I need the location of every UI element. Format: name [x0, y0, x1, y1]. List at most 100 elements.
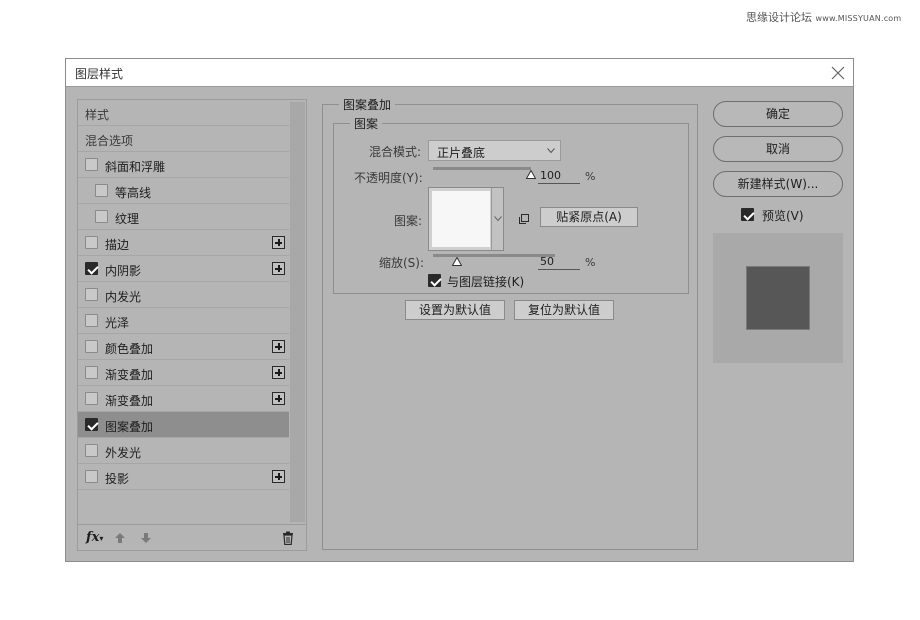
- preview-label: 预览(V): [762, 209, 804, 223]
- style-checkbox-gradient-overlay-11[interactable]: [85, 392, 98, 405]
- style-label-drop-shadow: 投影: [105, 472, 130, 486]
- move-up-icon[interactable]: [114, 532, 126, 544]
- style-item-contour[interactable]: 等高线: [78, 178, 289, 204]
- scale-slider[interactable]: [433, 254, 555, 257]
- trash-icon[interactable]: [282, 531, 294, 545]
- style-item-stroke[interactable]: 描边: [78, 230, 289, 256]
- snap-to-origin-button[interactable]: 贴紧原点(A): [540, 207, 638, 227]
- style-label-contour: 等高线: [115, 186, 152, 200]
- style-item-outer-glow[interactable]: 外发光: [78, 438, 289, 464]
- blend-mode-select[interactable]: 正片叠底: [428, 140, 561, 161]
- style-checkbox-inner-shadow[interactable]: [85, 262, 98, 275]
- set-default-button[interactable]: 设置为默认值: [405, 300, 505, 320]
- opacity-slider[interactable]: [433, 167, 531, 170]
- ok-button[interactable]: 确定: [713, 101, 843, 127]
- style-label-inner-shadow: 内阴影: [105, 264, 142, 278]
- move-down-icon[interactable]: [140, 532, 152, 544]
- chevron-down-icon: [494, 216, 502, 222]
- style-item-texture[interactable]: 纹理: [78, 204, 289, 230]
- pattern-subgroup-title: 图案: [350, 115, 383, 132]
- style-label-pattern-overlay: 图案叠加: [105, 420, 154, 434]
- style-checkbox-bevel-emboss[interactable]: [85, 158, 98, 171]
- style-item-gradient-overlay-11[interactable]: 渐变叠加: [78, 386, 289, 412]
- pattern-overlay-group: 图案叠加 图案 混合模式: 正片叠底 不透明度(Y): 100 % 图案: 贴紧…: [322, 96, 698, 550]
- opacity-percent: %: [585, 170, 596, 183]
- style-checkbox-stroke[interactable]: [85, 236, 98, 249]
- style-item-gradient-overlay-10[interactable]: 渐变叠加: [78, 360, 289, 386]
- add-instance-icon[interactable]: [272, 366, 285, 379]
- style-item-drop-shadow[interactable]: 投影: [78, 464, 289, 490]
- watermark-url: www.MISSYUAN.com: [815, 14, 902, 23]
- add-instance-icon[interactable]: [272, 236, 285, 249]
- styles-footer: fx▾: [78, 524, 306, 551]
- style-item-color-overlay[interactable]: 颜色叠加: [78, 334, 289, 360]
- style-label-texture: 纹理: [115, 212, 140, 226]
- style-label-bevel-emboss: 斜面和浮雕: [105, 160, 166, 174]
- add-instance-icon[interactable]: [272, 470, 285, 483]
- style-label-blending-options: 混合选项: [85, 134, 134, 148]
- style-item-blending-options[interactable]: 混合选项: [78, 126, 289, 152]
- pattern-dropdown[interactable]: [491, 188, 503, 250]
- pattern-subgroup: 图案 混合模式: 正片叠底 不透明度(Y): 100 % 图案: 贴紧原点(A)…: [333, 115, 689, 294]
- pattern-preview: [432, 191, 490, 247]
- style-label-gradient-overlay-10: 渐变叠加: [105, 368, 154, 382]
- scale-label: 缩放(S):: [379, 256, 425, 270]
- style-label-gradient-overlay-11: 渐变叠加: [105, 394, 154, 408]
- pattern-overlay-title: 图案叠加: [339, 96, 396, 113]
- add-instance-icon[interactable]: [272, 392, 285, 405]
- new-preset-icon[interactable]: [519, 214, 529, 224]
- fx-menu-button[interactable]: fx▾: [86, 530, 103, 545]
- blend-mode-value: 正片叠底: [437, 146, 486, 160]
- cancel-button[interactable]: 取消: [713, 136, 843, 162]
- dialog-title: 图层样式: [75, 67, 124, 81]
- style-checkbox-drop-shadow[interactable]: [85, 470, 98, 483]
- style-item-satin[interactable]: 光泽: [78, 308, 289, 334]
- style-item-styles[interactable]: 样式: [78, 100, 289, 126]
- pattern-picker[interactable]: [428, 187, 504, 251]
- close-button[interactable]: [829, 64, 847, 82]
- fx-label: fx: [86, 530, 100, 545]
- style-preview-swatch: [746, 266, 810, 330]
- scale-percent: %: [585, 256, 596, 269]
- style-label-color-overlay: 颜色叠加: [105, 342, 154, 356]
- style-checkbox-satin[interactable]: [85, 314, 98, 327]
- style-preview: [713, 233, 843, 363]
- style-checkbox-pattern-overlay[interactable]: [85, 418, 98, 431]
- watermark-text: 思缘设计论坛: [746, 11, 812, 24]
- style-checkbox-color-overlay[interactable]: [85, 340, 98, 353]
- styles-list: 样式 混合选项 斜面和浮雕 等高线 纹理 描边 内阴影 内发光 光泽 颜色叠加 渐变叠加 渐变叠加 图案…: [78, 100, 289, 524]
- scale-slider-thumb[interactable]: [452, 257, 463, 266]
- style-label-stroke: 描边: [105, 238, 130, 252]
- style-label-styles: 样式: [85, 108, 110, 122]
- chevron-down-icon: [547, 148, 555, 154]
- style-checkbox-outer-glow[interactable]: [85, 444, 98, 457]
- link-with-layer-checkbox[interactable]: [428, 274, 441, 287]
- style-checkbox-gradient-overlay-10[interactable]: [85, 366, 98, 379]
- layer-style-dialog: 图层样式 样式 混合选项 斜面和浮雕 等高线 纹理 描边 内阴影 内发光 光泽 颜色叠加 渐变叠加渐…: [65, 58, 854, 562]
- scale-input[interactable]: 50: [538, 255, 580, 270]
- style-checkbox-inner-glow[interactable]: [85, 288, 98, 301]
- styles-panel: 样式 混合选项 斜面和浮雕 等高线 纹理 描边 内阴影 内发光 光泽 颜色叠加 渐变叠加 渐变叠加 图案…: [77, 99, 307, 551]
- style-item-inner-glow[interactable]: 内发光: [78, 282, 289, 308]
- add-instance-icon[interactable]: [272, 262, 285, 275]
- preview-checkbox[interactable]: [741, 208, 754, 221]
- opacity-slider-thumb[interactable]: [526, 170, 536, 179]
- add-instance-icon[interactable]: [272, 340, 285, 353]
- opacity-input[interactable]: 100: [538, 169, 580, 184]
- close-icon[interactable]: [829, 64, 847, 82]
- reset-default-button[interactable]: 复位为默认值: [514, 300, 614, 320]
- style-item-inner-shadow[interactable]: 内阴影: [78, 256, 289, 282]
- style-label-satin: 光泽: [105, 316, 130, 330]
- style-item-bevel-emboss[interactable]: 斜面和浮雕: [78, 152, 289, 178]
- style-item-pattern-overlay[interactable]: 图案叠加: [78, 412, 289, 438]
- new-style-button[interactable]: 新建样式(W)...: [713, 171, 843, 197]
- style-checkbox-contour[interactable]: [95, 184, 108, 197]
- style-checkbox-texture[interactable]: [95, 210, 108, 223]
- fx-caret: ▾: [99, 533, 104, 543]
- dialog-titlebar: 图层样式: [66, 59, 853, 87]
- opacity-label: 不透明度(Y):: [354, 171, 423, 185]
- style-label-outer-glow: 外发光: [105, 446, 142, 460]
- styles-scrollbar[interactable]: [290, 102, 305, 522]
- blend-mode-label: 混合模式:: [369, 145, 422, 159]
- pattern-label: 图案:: [394, 214, 423, 228]
